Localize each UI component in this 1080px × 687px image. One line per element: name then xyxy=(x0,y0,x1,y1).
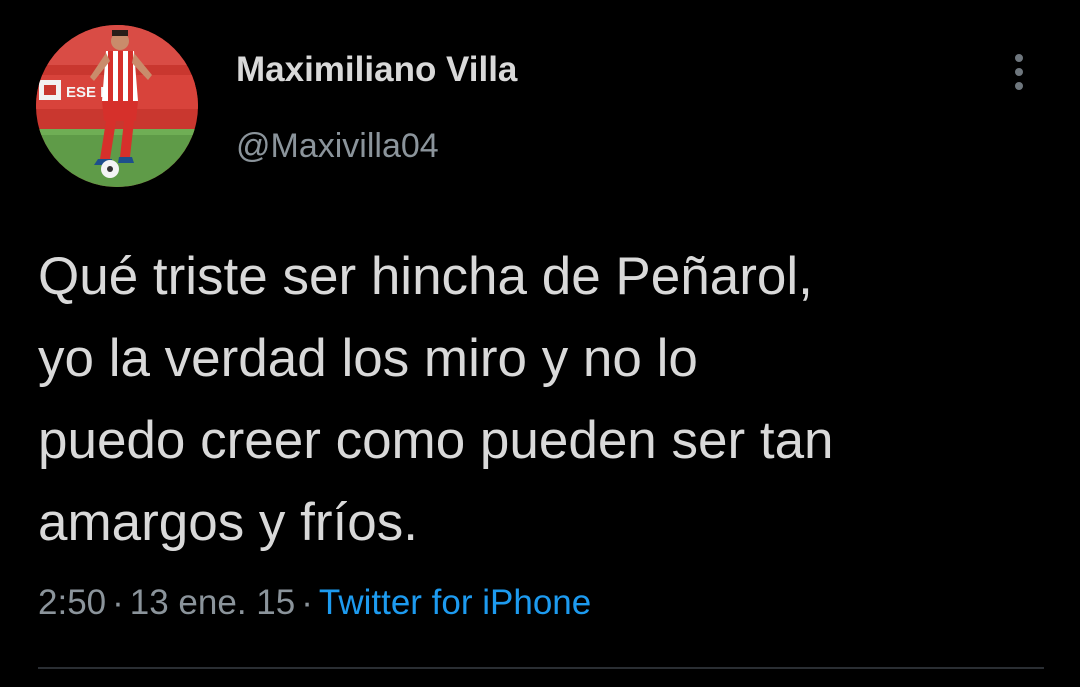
tweet-text-line: puedo creer como pueden ser tan xyxy=(38,411,834,470)
tweet-meta: 2:50 · 13 ene. 15 · Twitter for iPhone xyxy=(38,580,591,626)
author-display-name[interactable]: Maximiliano Villa xyxy=(236,48,517,92)
divider xyxy=(38,667,1044,669)
author-handle[interactable]: @Maxivilla04 xyxy=(236,124,439,168)
tweet-text-line: Qué triste ser hincha de Peñarol, xyxy=(38,247,813,306)
dot xyxy=(1015,54,1023,62)
dot xyxy=(1015,82,1023,90)
avatar[interactable]: ESE ER xyxy=(36,25,198,187)
meta-separator: · xyxy=(301,583,313,622)
tweet-text-line: amargos y fríos. xyxy=(38,493,418,552)
tweet-date: 13 ene. 15 xyxy=(129,583,296,622)
player-photo-avatar: ESE ER xyxy=(36,25,198,187)
tweet-time: 2:50 xyxy=(38,583,107,622)
tweet-text: Qué triste ser hincha de Peñarol, yo la … xyxy=(38,236,1048,564)
meta-separator: · xyxy=(112,583,124,622)
tweet-text-line: yo la verdad los miro y no lo xyxy=(38,329,698,388)
vertical-dots-icon[interactable] xyxy=(998,50,1042,94)
tweet-source-link[interactable]: Twitter for iPhone xyxy=(319,583,591,622)
dot xyxy=(1015,68,1023,76)
tweet-card: ESE ER Maximiliano Villa @Maxivilla04 Qu… xyxy=(0,0,1080,687)
